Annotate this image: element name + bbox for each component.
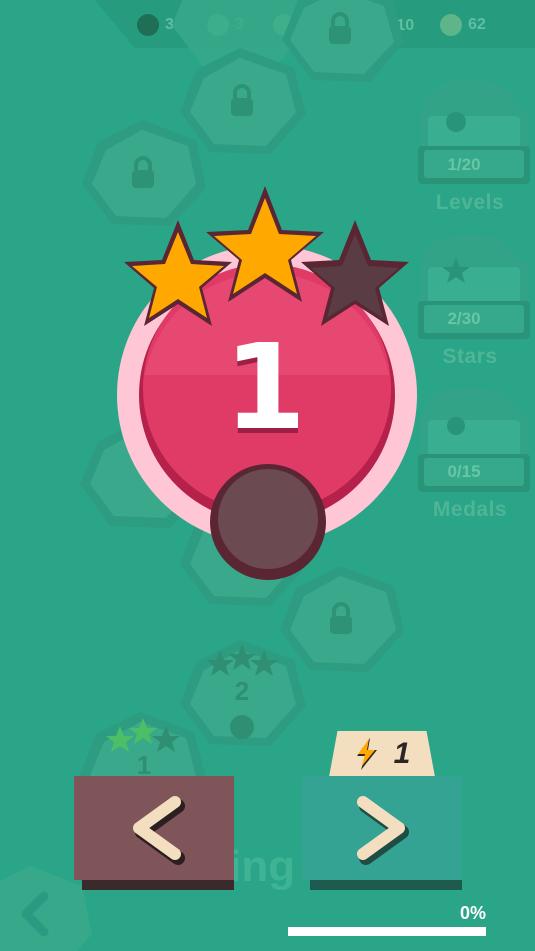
medals-chest-count: 0/15 [447,462,481,481]
level-node-2-label: 2 [234,676,250,706]
next-button[interactable] [302,776,462,890]
chevron-right-icon [357,796,409,865]
medals-chest-label: Medals [432,498,508,521]
back-button[interactable] [74,776,234,890]
energy-cost-value: 1 [393,737,411,770]
next-button-face [302,776,462,880]
levels-chest-count: 1/20 [447,155,481,174]
locked-level-node[interactable] [282,0,404,82]
levels-chest-label: Levels [435,191,505,214]
lightning-icon [356,738,377,770]
chevron-left-icon [133,796,185,865]
stars-chest-count: 2/30 [447,309,481,328]
locked-level-node[interactable] [180,48,306,154]
energy-cost-tab: 1 [329,731,435,777]
back-button-face [74,776,234,880]
stars-chest-label: Stars [442,345,498,368]
progress-percent: 0% [459,903,486,923]
progress-bar [288,927,486,936]
popup-level-number: 1 [223,318,307,456]
